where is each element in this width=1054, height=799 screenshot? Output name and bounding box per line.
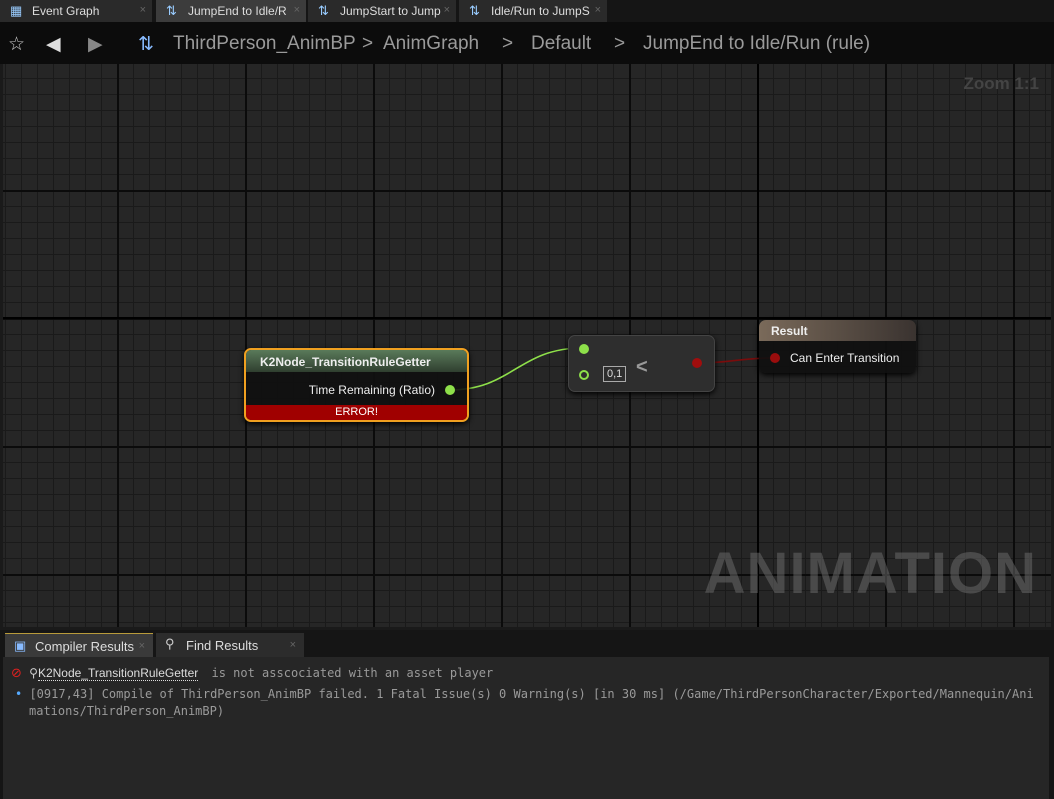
- bottom-panel: ▣ Compiler Results × ⚲ Find Results × ⊘ ⚲K2N…: [0, 630, 1054, 799]
- result-node[interactable]: Result Can Enter Transition: [759, 320, 916, 373]
- close-icon[interactable]: ×: [294, 4, 300, 16]
- back-icon[interactable]: ◀: [46, 33, 61, 56]
- tab-idlerun[interactable]: ⇅ Idle/Run to JumpS ×: [459, 0, 607, 22]
- transition-rule-getter-node[interactable]: K2Node_TransitionRuleGetter Time Remaini…: [244, 348, 469, 422]
- document-tabs: ▦ Event Graph × ⇅ JumpEnd to Idle/R × ⇅ JumpS…: [0, 0, 1054, 22]
- close-icon[interactable]: ×: [290, 639, 296, 651]
- breadcrumb-item[interactable]: ThirdPerson_AnimBP: [173, 33, 356, 55]
- error-banner: ERROR!: [246, 405, 467, 420]
- close-icon[interactable]: ×: [139, 640, 145, 652]
- transition-icon: ⇅: [138, 34, 154, 55]
- bullet-icon: •: [15, 687, 30, 701]
- tab-jumpstart[interactable]: ⇅ JumpStart to Jump ×: [308, 0, 456, 22]
- tab-compiler-results[interactable]: ▣ Compiler Results ×: [5, 633, 153, 657]
- transition-icon: ⇅: [318, 3, 329, 18]
- search-icon: ⚲: [165, 636, 175, 651]
- less-than-node[interactable]: 0,1 <: [568, 335, 715, 392]
- float-wire[interactable]: [448, 347, 584, 391]
- tab-jumpend[interactable]: ⇅ JumpEnd to Idle/R ×: [156, 0, 306, 22]
- compiler-results-list: ⊘ ⚲K2Node_TransitionRuleGetter is not as…: [3, 657, 1049, 799]
- console-icon: ▣: [14, 638, 27, 653]
- error-icon: ⊘: [11, 666, 22, 681]
- tab-find-results[interactable]: ⚲ Find Results ×: [156, 633, 304, 657]
- pin-label: Time Remaining (Ratio): [308, 383, 435, 397]
- breadcrumb-item[interactable]: Default: [531, 33, 591, 55]
- graph-icon: ▦: [10, 3, 23, 18]
- value-input[interactable]: 0,1: [603, 366, 627, 382]
- float-input-pin-a[interactable]: [579, 344, 589, 354]
- list-item: • [0917,43] Compile of ThirdPerson_AnimB…: [15, 687, 1034, 718]
- close-icon[interactable]: ×: [595, 4, 601, 16]
- breadcrumb: ☆ ◀ ▶ ⇅ ThirdPerson_AnimBP > AnimGraph >…: [0, 22, 1054, 64]
- node-title: Result: [759, 320, 916, 341]
- transition-icon: ⇅: [166, 3, 177, 18]
- tab-event-graph[interactable]: ▦ Event Graph ×: [0, 0, 152, 22]
- float-output-pin[interactable]: [445, 385, 455, 395]
- breadcrumb-item[interactable]: AnimGraph: [383, 33, 479, 55]
- breadcrumb-item[interactable]: JumpEnd to Idle/Run (rule): [643, 33, 870, 55]
- operator-label: <: [636, 356, 648, 378]
- node-link[interactable]: K2Node_TransitionRuleGetter: [37, 666, 199, 681]
- forward-icon[interactable]: ▶: [88, 33, 103, 56]
- close-icon[interactable]: ×: [444, 4, 450, 16]
- pin-label: Can Enter Transition: [790, 351, 900, 365]
- transition-icon: ⇅: [469, 3, 480, 18]
- list-item: ⊘ ⚲K2Node_TransitionRuleGetter is not as…: [11, 666, 494, 681]
- bool-input-pin[interactable]: [770, 353, 780, 363]
- search-icon: ⚲: [29, 666, 38, 680]
- close-icon[interactable]: ×: [140, 4, 146, 16]
- star-icon[interactable]: ☆: [8, 33, 25, 56]
- float-input-pin-b[interactable]: [579, 370, 589, 380]
- node-title: K2Node_TransitionRuleGetter: [246, 350, 467, 372]
- graph-canvas[interactable]: Zoom 1:1 ANIMATION K2Node_TransitionRule…: [3, 64, 1051, 627]
- bool-output-pin[interactable]: [692, 358, 702, 368]
